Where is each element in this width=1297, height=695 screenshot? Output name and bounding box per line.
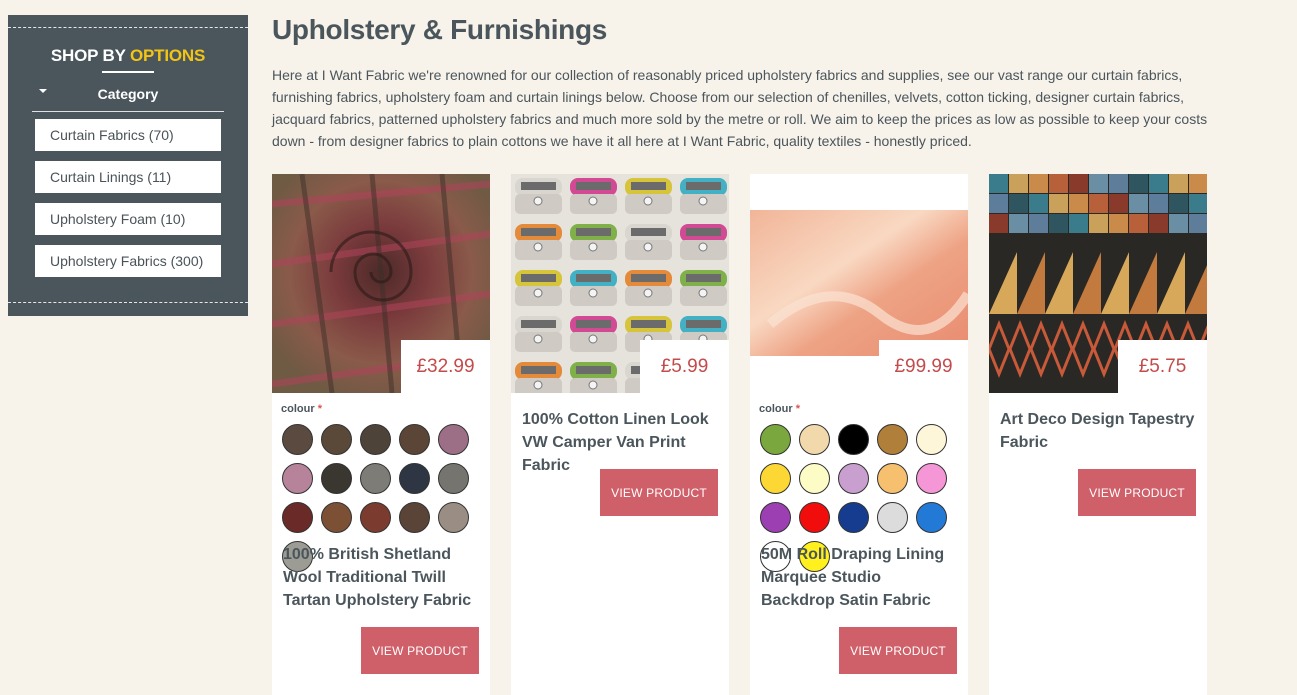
category-description: Here at I Want Fabric we're renowned for… — [272, 67, 1208, 149]
colour-swatch[interactable] — [360, 502, 391, 533]
shop-by-options-panel: SHOP BY OPTIONS Category Curtain Fabrics… — [8, 15, 248, 316]
divider — [8, 302, 248, 303]
colour-label: colour * — [759, 403, 800, 415]
product-price: £32.99 — [401, 340, 490, 393]
colour-label-text: colour — [281, 403, 315, 415]
product-card: £5.75 Art Deco Design Tapestry Fabric VI… — [989, 174, 1207, 695]
colour-label-text: colour — [759, 403, 793, 415]
view-product-button[interactable]: VIEW PRODUCT — [361, 627, 479, 674]
colour-swatch[interactable] — [360, 424, 391, 455]
product-card: £5.99 100% Cotton Linen Look VW Camper V… — [511, 174, 729, 695]
product-name[interactable]: 100% British Shetland Wool Traditional T… — [283, 543, 479, 612]
sidebar-title-part1: SHOP BY — [50, 46, 126, 65]
colour-swatch[interactable] — [838, 502, 869, 533]
colour-swatch[interactable] — [438, 463, 469, 494]
colour-swatch[interactable] — [760, 463, 791, 494]
page-title: Upholstery & Furnishings — [272, 14, 608, 45]
colour-swatch[interactable] — [438, 502, 469, 533]
category-list: Curtain Fabrics (70) Curtain Linings (11… — [35, 119, 221, 277]
colour-swatch[interactable] — [760, 424, 791, 455]
colour-swatch[interactable] — [916, 502, 947, 533]
title-underline — [102, 71, 154, 73]
colour-swatch[interactable] — [282, 502, 313, 533]
colour-swatch[interactable] — [360, 463, 391, 494]
product-name[interactable]: 100% Cotton Linen Look VW Camper Van Pri… — [522, 408, 718, 477]
colour-swatch[interactable] — [799, 502, 830, 533]
colour-swatch[interactable] — [838, 424, 869, 455]
colour-swatch[interactable] — [282, 463, 313, 494]
colour-swatch[interactable] — [760, 502, 791, 533]
sidebar-title-accent: OPTIONS — [129, 46, 206, 65]
colour-swatch[interactable] — [877, 463, 908, 494]
category-item-upholstery-foam[interactable]: Upholstery Foam (10) — [35, 203, 221, 235]
colour-swatch[interactable] — [877, 502, 908, 533]
colour-swatch[interactable] — [877, 424, 908, 455]
category-item-curtain-linings[interactable]: Curtain Linings (11) — [35, 161, 221, 193]
divider — [8, 27, 248, 28]
colour-swatch[interactable] — [399, 424, 430, 455]
product-name[interactable]: 50M Roll Draping Lining Marquee Studio B… — [761, 543, 957, 612]
product-price: £5.75 — [1118, 340, 1207, 393]
colour-swatch[interactable] — [282, 424, 313, 455]
colour-swatch[interactable] — [438, 424, 469, 455]
colour-swatch[interactable] — [799, 463, 830, 494]
colour-swatch[interactable] — [321, 502, 352, 533]
category-toggle[interactable]: Category — [32, 86, 224, 112]
required-mark: * — [795, 403, 800, 415]
colour-swatch[interactable] — [321, 463, 352, 494]
colour-swatch[interactable] — [399, 502, 430, 533]
product-price: £99.99 — [879, 340, 968, 393]
category-label: Category — [97, 86, 159, 102]
colour-swatch[interactable] — [916, 463, 947, 494]
sidebar-title: SHOP BY OPTIONS — [8, 46, 248, 66]
colour-swatch[interactable] — [916, 424, 947, 455]
colour-swatch[interactable] — [799, 424, 830, 455]
category-item-upholstery-fabrics[interactable]: Upholstery Fabrics (300) — [35, 245, 221, 277]
view-product-button[interactable]: VIEW PRODUCT — [600, 469, 718, 516]
required-mark: * — [317, 403, 322, 415]
category-item-curtain-fabrics[interactable]: Curtain Fabrics (70) — [35, 119, 221, 151]
colour-swatch[interactable] — [838, 463, 869, 494]
product-name[interactable]: Art Deco Design Tapestry Fabric — [1000, 408, 1196, 454]
view-product-button[interactable]: VIEW PRODUCT — [839, 627, 957, 674]
colour-label: colour * — [281, 403, 322, 415]
view-product-button[interactable]: VIEW PRODUCT — [1078, 469, 1196, 516]
product-card: £99.99 colour * 50M Roll Draping Lining … — [750, 174, 968, 695]
product-card: £32.99 colour * 100% British Shetland Wo… — [272, 174, 490, 695]
colour-swatch[interactable] — [399, 463, 430, 494]
colour-swatch[interactable] — [321, 424, 352, 455]
product-price: £5.99 — [640, 340, 729, 393]
